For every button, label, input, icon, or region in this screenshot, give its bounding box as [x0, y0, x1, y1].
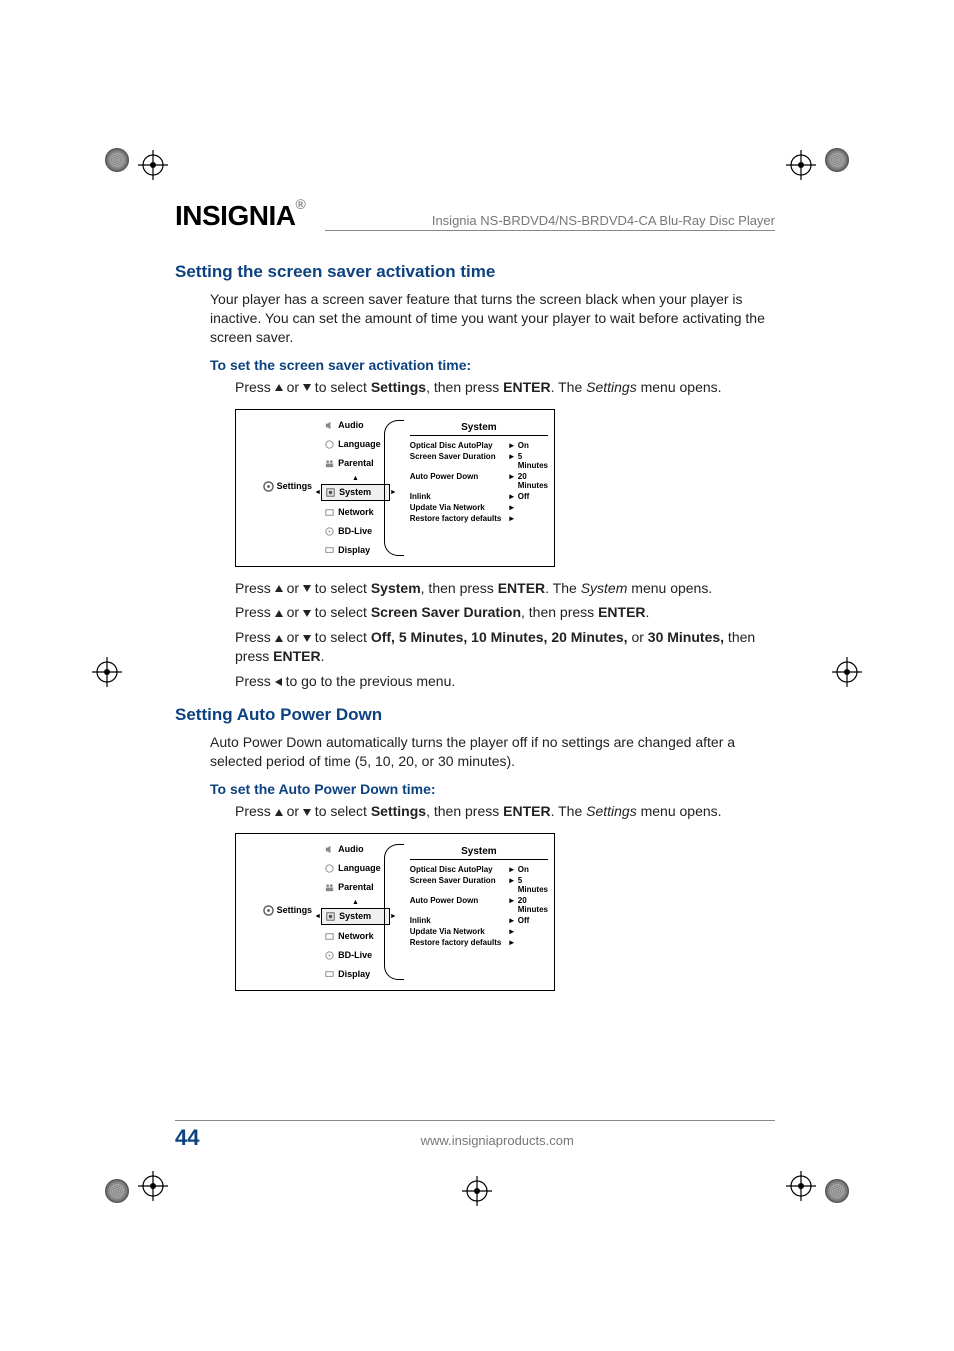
menu-item: Audio — [321, 842, 390, 857]
network-icon — [324, 507, 335, 518]
page-footer: 44 www.insigniaproducts.com — [175, 1120, 775, 1151]
step-text: Press or to select Off, 5 Minutes, 10 Mi… — [235, 628, 775, 666]
gear-icon — [263, 481, 274, 492]
panel-row: Auto Power Down►20 Minutes — [410, 471, 548, 491]
menu-item: Display — [321, 967, 390, 982]
panel-row: Inlink►Off — [410, 491, 548, 502]
panel-row: Restore factory defaults► — [410, 513, 548, 524]
display-icon — [324, 545, 335, 556]
page-header: INSIGNIA® Insignia NS-BRDVD4/NS-BRDVD4-C… — [175, 200, 775, 232]
procedure-heading: To set the Auto Power Down time: — [210, 781, 775, 797]
footer-url: www.insigniaproducts.com — [219, 1133, 775, 1148]
panel-row: Optical Disc AutoPlay►On — [410, 440, 548, 451]
up-arrow-icon — [275, 610, 283, 617]
down-arrow-icon — [303, 585, 311, 592]
panel-row: Restore factory defaults► — [410, 937, 548, 948]
menu-item: Network — [321, 929, 390, 944]
menu-item: Parental — [321, 880, 390, 895]
system-icon — [325, 487, 336, 498]
registration-mark-icon — [462, 1176, 492, 1206]
up-arrow-icon — [275, 585, 283, 592]
menu-item-selected: System — [321, 908, 390, 925]
panel-row: Inlink►Off — [410, 915, 548, 926]
registration-mark-icon — [92, 657, 122, 687]
menu-item: Audio — [321, 418, 390, 433]
down-arrow-icon — [303, 384, 311, 391]
menu-item: BD-Live — [321, 948, 390, 963]
left-arrow-icon — [275, 678, 282, 686]
section-heading: Setting the screen saver activation time — [175, 262, 775, 282]
menu-item-selected: System — [321, 484, 390, 501]
product-name: Insignia NS-BRDVD4/NS-BRDVD4-CA Blu-Ray … — [432, 213, 775, 228]
panel-row: Optical Disc AutoPlay►On — [410, 864, 548, 875]
system-icon — [325, 911, 336, 922]
up-arrow-icon — [275, 635, 283, 642]
print-registration-corner — [825, 148, 849, 172]
menu-item: Display — [321, 543, 390, 558]
registration-mark-icon — [786, 1171, 816, 1201]
panel-row: Screen Saver Duration►5 Minutes — [410, 451, 548, 471]
page-number: 44 — [175, 1125, 199, 1151]
menu-settings-label: Settings — [259, 902, 317, 919]
intro-text: Auto Power Down automatically turns the … — [210, 733, 775, 771]
menu-settings-label: Settings — [259, 478, 317, 495]
down-arrow-icon — [303, 635, 311, 642]
audio-icon — [324, 844, 335, 855]
menu-item: Language — [321, 437, 390, 452]
panel-row: Auto Power Down►20 Minutes — [410, 895, 548, 915]
up-arrow-icon — [275, 809, 283, 816]
brand-text: INSIGNIA — [175, 200, 295, 231]
step-text: Press to go to the previous menu. — [235, 672, 775, 691]
menu-item: Network — [321, 505, 390, 520]
registration-mark-icon — [138, 150, 168, 180]
down-arrow-icon — [303, 610, 311, 617]
menu-item: Parental — [321, 456, 390, 471]
step-text: Press or to select System, then press EN… — [235, 579, 775, 598]
procedure-heading: To set the screen saver activation time: — [210, 357, 775, 373]
settings-menu-screenshot: Settings Audio Language Parental ▲ Syste… — [235, 409, 555, 567]
display-icon — [324, 969, 335, 980]
parental-icon — [324, 882, 335, 893]
print-registration-corner — [105, 148, 129, 172]
down-arrow-icon — [303, 809, 311, 816]
panel-row: Screen Saver Duration►5 Minutes — [410, 875, 548, 895]
parental-icon — [324, 458, 335, 469]
disc-icon — [324, 526, 335, 537]
panel-row: Update Via Network► — [410, 926, 548, 937]
panel-title: System — [410, 846, 548, 860]
panel-title: System — [410, 422, 548, 436]
menu-item: Language — [321, 861, 390, 876]
language-icon — [324, 439, 335, 450]
brand-logo: INSIGNIA® — [175, 200, 305, 232]
registration-mark-icon — [138, 1171, 168, 1201]
section-heading: Setting Auto Power Down — [175, 705, 775, 725]
step-text: Press or to select Screen Saver Duration… — [235, 603, 775, 622]
registration-mark-icon — [786, 150, 816, 180]
intro-text: Your player has a screen saver feature t… — [210, 290, 775, 347]
panel-row: Update Via Network► — [410, 502, 548, 513]
menu-item: BD-Live — [321, 524, 390, 539]
network-icon — [324, 931, 335, 942]
audio-icon — [324, 420, 335, 431]
settings-menu-screenshot: Settings Audio Language Parental ▲ Syste… — [235, 833, 555, 991]
step-text: Press or to select Settings, then press … — [235, 802, 775, 821]
print-registration-corner — [825, 1179, 849, 1203]
language-icon — [324, 863, 335, 874]
print-registration-corner — [105, 1179, 129, 1203]
up-arrow-icon — [275, 384, 283, 391]
disc-icon — [324, 950, 335, 961]
gear-icon — [263, 905, 274, 916]
registration-mark-icon — [832, 657, 862, 687]
step-text: Press or to select Settings, then press … — [235, 378, 775, 397]
